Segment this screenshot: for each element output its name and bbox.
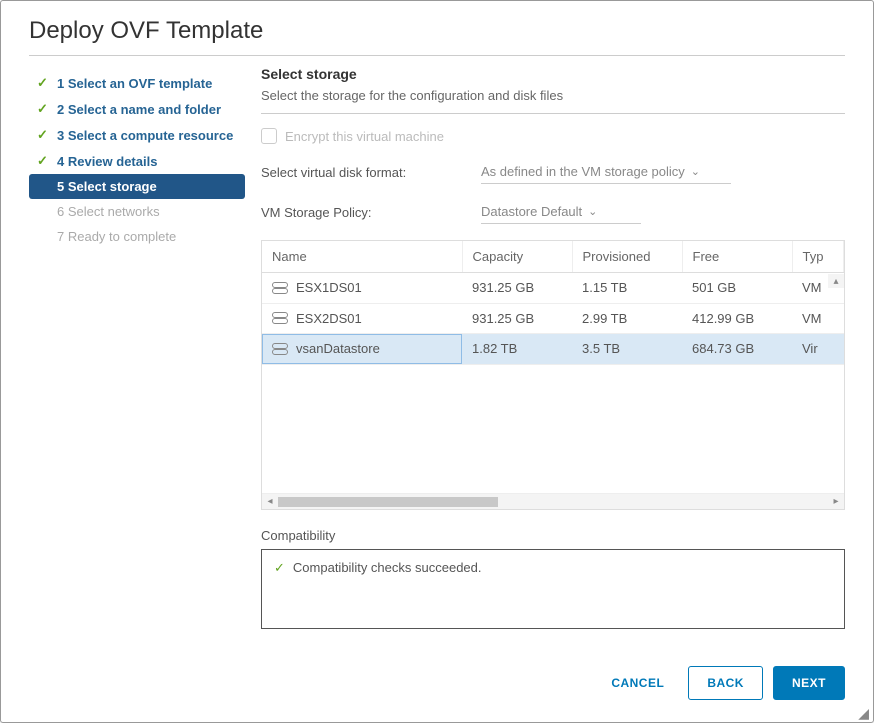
table-header-row: Name Capacity Provisioned Free Typ — [262, 241, 844, 273]
wizard-step-7: 7 Ready to complete — [29, 224, 245, 249]
compat-label: Compatibility — [261, 528, 845, 543]
check-icon: ✓ — [37, 153, 51, 169]
disk-format-value: As defined in the VM storage policy — [481, 164, 685, 179]
cell-capacity: 931.25 GB — [462, 303, 572, 334]
cancel-button[interactable]: CANCEL — [597, 668, 678, 698]
cell-type: Vir — [792, 334, 844, 365]
cell-provisioned: 1.15 TB — [572, 273, 682, 304]
datastore-name: vsanDatastore — [296, 341, 380, 356]
disk-format-select[interactable]: As defined in the VM storage policy ⌄ — [481, 160, 731, 184]
scroll-right-icon[interactable]: ▸ — [828, 495, 844, 509]
dialog-footer: CANCEL BACK NEXT — [1, 646, 873, 722]
compat-message: Compatibility checks succeeded. — [293, 560, 482, 575]
cell-capacity: 931.25 GB — [462, 273, 572, 304]
cell-provisioned: 3.5 TB — [572, 334, 682, 365]
table-row[interactable]: ESX2DS01 931.25 GB2.99 TB412.99 GBVM — [262, 303, 844, 334]
datastore-icon — [272, 282, 288, 296]
cell-free: 684.73 GB — [682, 334, 792, 365]
datastore-table-wrap: Name Capacity Provisioned Free Typ ESX1D… — [261, 240, 845, 510]
scroll-up-icon[interactable]: ▴ — [828, 274, 844, 288]
divider — [261, 113, 845, 114]
wizard-steps: ✓ 1 Select an OVF template ✓ 2 Select a nam… — [29, 66, 245, 646]
cell-name: ESX2DS01 — [262, 303, 462, 334]
wizard-step-5[interactable]: 5 Select storage — [29, 174, 245, 199]
encrypt-label: Encrypt this virtual machine — [285, 129, 444, 144]
divider — [29, 55, 845, 56]
encrypt-row: Encrypt this virtual machine — [261, 128, 845, 144]
step-label: 1 Select an OVF template — [57, 76, 212, 91]
wizard-step-1[interactable]: ✓ 1 Select an OVF template — [29, 70, 245, 96]
datastore-icon — [272, 343, 288, 357]
step-label: 2 Select a name and folder — [57, 102, 221, 117]
encrypt-checkbox — [261, 128, 277, 144]
ovf-deploy-dialog: Deploy OVF Template ✓ 1 Select an OVF tem… — [0, 0, 874, 723]
cell-name: ESX1DS01 — [262, 273, 462, 304]
cell-type: VM — [792, 303, 844, 334]
datastore-table[interactable]: Name Capacity Provisioned Free Typ ESX1D… — [262, 241, 844, 365]
wizard-step-6: 6 Select networks — [29, 199, 245, 224]
check-icon: ✓ — [37, 75, 51, 91]
wizard-step-2[interactable]: ✓ 2 Select a name and folder — [29, 96, 245, 122]
disk-format-label: Select virtual disk format: — [261, 165, 481, 180]
col-capacity[interactable]: Capacity — [462, 241, 572, 273]
cell-capacity: 1.82 TB — [462, 334, 572, 365]
cell-name: vsanDatastore — [262, 334, 462, 365]
col-name[interactable]: Name — [262, 241, 462, 273]
step-label: 4 Review details — [57, 154, 157, 169]
step-label: 5 Select storage — [57, 179, 157, 194]
cell-free: 501 GB — [682, 273, 792, 304]
chevron-down-icon: ⌄ — [588, 205, 597, 218]
dialog-title: Deploy OVF Template — [1, 1, 873, 55]
content-pane: Select storage Select the storage for th… — [245, 66, 845, 646]
cell-free: 412.99 GB — [682, 303, 792, 334]
compat-box: ✓ Compatibility checks succeeded. — [261, 549, 845, 629]
vm-policy-select[interactable]: Datastore Default ⌄ — [481, 200, 641, 224]
dialog-body: ✓ 1 Select an OVF template ✓ 2 Select a nam… — [1, 66, 873, 646]
back-button[interactable]: BACK — [688, 666, 763, 700]
section-heading: Select storage — [261, 66, 845, 82]
table-row[interactable]: vsanDatastore 1.82 TB3.5 TB684.73 GBVir — [262, 334, 844, 365]
check-icon: ✓ — [37, 127, 51, 143]
check-icon: ✓ — [37, 101, 51, 117]
disk-format-row: Select virtual disk format: As defined i… — [261, 160, 845, 184]
step-label: 3 Select a compute resource — [57, 128, 233, 143]
wizard-step-3[interactable]: ✓ 3 Select a compute resource — [29, 122, 245, 148]
scroll-thumb[interactable] — [278, 497, 498, 507]
datastore-icon — [272, 312, 288, 326]
vm-policy-value: Datastore Default — [481, 204, 582, 219]
vm-policy-label: VM Storage Policy: — [261, 205, 481, 220]
col-free[interactable]: Free — [682, 241, 792, 273]
chevron-down-icon: ⌄ — [691, 165, 700, 178]
next-button[interactable]: NEXT — [773, 666, 845, 700]
step-label: 6 Select networks — [57, 204, 160, 219]
section-subtitle: Select the storage for the configuration… — [261, 88, 845, 103]
datastore-name: ESX2DS01 — [296, 311, 362, 326]
table-row[interactable]: ESX1DS01931.25 GB1.15 TB501 GBVM — [262, 273, 844, 304]
col-type[interactable]: Typ — [792, 241, 844, 273]
datastore-name: ESX1DS01 — [296, 280, 362, 295]
check-icon: ✓ — [274, 560, 285, 576]
vm-policy-row: VM Storage Policy: Datastore Default ⌄ — [261, 200, 845, 224]
scroll-left-icon[interactable]: ◂ — [262, 495, 278, 509]
scroll-track[interactable] — [278, 497, 828, 507]
resize-handle-icon[interactable]: ◢ — [858, 706, 869, 720]
col-provisioned[interactable]: Provisioned — [572, 241, 682, 273]
horizontal-scrollbar[interactable]: ◂ ▸ — [262, 493, 844, 509]
step-label: 7 Ready to complete — [57, 229, 176, 244]
cell-provisioned: 2.99 TB — [572, 303, 682, 334]
wizard-step-4[interactable]: ✓ 4 Review details — [29, 148, 245, 174]
